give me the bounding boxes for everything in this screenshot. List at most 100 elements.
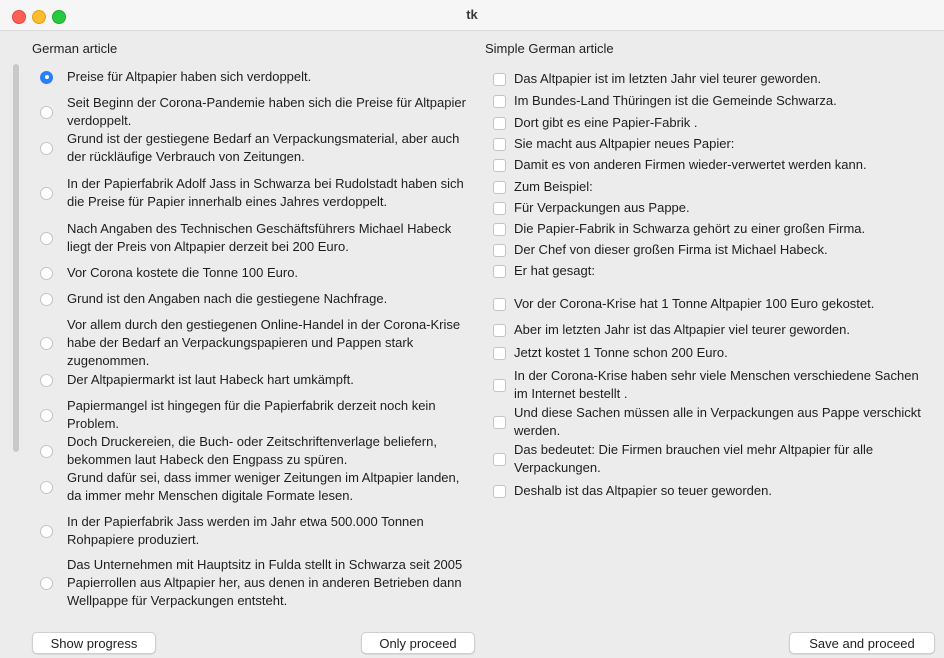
sentence-radio[interactable] [40, 524, 53, 538]
sentence-label: Im Bundes-Land Thüringen ist die Gemeind… [514, 93, 837, 108]
sentence-radio[interactable] [40, 576, 53, 590]
sentence-label: Vor der Corona-Krise hat 1 Tonne Altpapi… [514, 296, 875, 311]
sentence-label: Er hat gesagt: [514, 263, 595, 278]
simple-sentence-item[interactable]: Damit es von anderen Firmen wieder-verwe… [493, 156, 933, 174]
simple-sentence-item[interactable]: Das bedeutet: Die Firmen brauchen viel m… [493, 441, 933, 477]
sentence-checkbox[interactable] [493, 243, 506, 257]
german-sentence-item[interactable]: Vor allem durch den gestiegenen Online-H… [40, 316, 470, 370]
sentence-label: Zum Beispiel: [514, 179, 593, 194]
sentence-radio[interactable] [40, 373, 53, 387]
simple-sentence-item[interactable]: In der Corona-Krise haben sehr viele Men… [493, 367, 933, 403]
simple-german-article-label: Simple German article [485, 41, 614, 56]
simple-sentence-item[interactable]: Und diese Sachen müssen alle in Verpacku… [493, 404, 933, 440]
sentence-radio[interactable] [40, 266, 53, 280]
sentence-label: Damit es von anderen Firmen wieder-verwe… [514, 157, 867, 172]
sentence-checkbox[interactable] [493, 137, 506, 151]
simple-sentence-item[interactable]: Vor der Corona-Krise hat 1 Tonne Altpapi… [493, 286, 933, 322]
german-sentence-item[interactable]: Vor Corona kostete die Tonne 100 Euro. [40, 264, 470, 282]
german-sentence-item[interactable]: In der Papierfabrik Jass werden im Jahr … [40, 513, 470, 549]
german-article-label: German article [32, 41, 118, 56]
sentence-checkbox[interactable] [493, 484, 506, 498]
sentence-label: Preise für Altpapier haben sich verdoppe… [67, 69, 312, 84]
german-sentence-item[interactable]: In der Papierfabrik Adolf Jass in Schwar… [40, 166, 470, 220]
sentence-checkbox[interactable] [493, 346, 506, 360]
left-scrollbar[interactable] [11, 64, 21, 620]
sentence-label: Der Altpapiermarkt ist laut Habeck hart … [67, 372, 354, 387]
german-sentence-item[interactable]: Der Altpapiermarkt ist laut Habeck hart … [40, 371, 470, 389]
sentence-radio[interactable] [40, 444, 53, 458]
scrollbar-thumb[interactable] [13, 64, 19, 452]
sentence-checkbox[interactable] [493, 222, 506, 236]
sentence-label: In der Papierfabrik Jass werden im Jahr … [67, 514, 424, 547]
only-proceed-button[interactable]: Only proceed [361, 632, 475, 654]
sentence-radio[interactable] [40, 292, 53, 306]
simple-sentence-item[interactable]: Sie macht aus Altpapier neues Papier: [493, 135, 933, 153]
sentence-label: Das bedeutet: Die Firmen brauchen viel m… [514, 442, 874, 475]
german-sentence-item[interactable]: Nach Angaben des Technischen Geschäftsfü… [40, 220, 470, 256]
show-progress-button[interactable]: Show progress [32, 632, 156, 654]
title-bar: tk [0, 0, 944, 31]
sentence-checkbox[interactable] [493, 297, 506, 311]
simple-sentence-item[interactable]: Die Papier-Fabrik in Schwarza gehört zu … [493, 220, 933, 238]
sentence-label: Nach Angaben des Technischen Geschäftsfü… [67, 221, 452, 254]
simple-sentence-item[interactable]: Im Bundes-Land Thüringen ist die Gemeind… [493, 92, 933, 110]
sentence-label: Papiermangel ist hingegen für die Papier… [67, 398, 436, 431]
sentence-label: Vor Corona kostete die Tonne 100 Euro. [67, 265, 299, 280]
sentence-label: Die Papier-Fabrik in Schwarza gehört zu … [514, 221, 866, 236]
sentence-label: Sie macht aus Altpapier neues Papier: [514, 136, 735, 151]
save-and-proceed-button[interactable]: Save and proceed [789, 632, 935, 654]
sentence-checkbox[interactable] [493, 94, 506, 108]
window-title: tk [466, 7, 478, 22]
german-sentence-item[interactable]: Doch Druckereien, die Buch- oder Zeitsch… [40, 433, 470, 469]
simple-sentence-item[interactable]: Zum Beispiel: [493, 178, 933, 196]
sentence-checkbox[interactable] [493, 158, 506, 172]
sentence-label: Deshalb ist das Altpapier so teuer gewor… [514, 483, 772, 498]
simple-sentence-item[interactable]: Das Altpapier ist im letzten Jahr viel t… [493, 70, 933, 88]
sentence-label: Grund dafür sei, dass immer weniger Zeit… [67, 470, 460, 503]
sentence-label: Das Unternehmen mit Hauptsitz in Fulda s… [67, 557, 463, 608]
german-sentence-item[interactable]: Das Unternehmen mit Hauptsitz in Fulda s… [40, 547, 470, 619]
sentence-radio[interactable] [40, 231, 53, 245]
german-sentence-item[interactable]: Seit Beginn der Corona-Pandemie haben si… [40, 94, 470, 130]
sentence-label: Aber im letzten Jahr ist das Altpapier v… [514, 322, 851, 337]
sentence-radio[interactable] [40, 70, 53, 84]
sentence-checkbox[interactable] [493, 452, 506, 466]
sentence-label: Dort gibt es eine Papier-Fabrik . [514, 115, 698, 130]
simple-sentence-item[interactable]: Jetzt kostet 1 Tonne schon 200 Euro. [493, 344, 933, 362]
sentence-radio[interactable] [40, 480, 53, 494]
simple-sentence-item[interactable]: Er hat gesagt: [493, 262, 933, 280]
german-sentence-item[interactable]: Preise für Altpapier haben sich verdoppe… [40, 68, 470, 86]
sentence-checkbox[interactable] [493, 72, 506, 86]
sentence-radio[interactable] [40, 336, 53, 350]
simple-sentence-item[interactable]: Dort gibt es eine Papier-Fabrik . [493, 114, 933, 132]
german-sentence-item[interactable]: Papiermangel ist hingegen für die Papier… [40, 397, 470, 433]
sentence-label: Das Altpapier ist im letzten Jahr viel t… [514, 71, 822, 86]
sentence-checkbox[interactable] [493, 378, 506, 392]
sentence-radio[interactable] [40, 408, 53, 422]
app-window: tk German article Simple German article … [0, 0, 944, 658]
sentence-checkbox[interactable] [493, 201, 506, 215]
simple-sentence-item[interactable]: Der Chef von dieser großen Firma ist Mic… [493, 241, 933, 259]
sentence-checkbox[interactable] [493, 323, 506, 337]
sentence-checkbox[interactable] [493, 180, 506, 194]
simple-sentence-item[interactable]: Für Verpackungen aus Pappe. [493, 199, 933, 217]
sentence-label: Vor allem durch den gestiegenen Online-H… [67, 317, 461, 368]
simple-sentence-item[interactable]: Deshalb ist das Altpapier so teuer gewor… [493, 482, 933, 500]
sentence-label: In der Papierfabrik Adolf Jass in Schwar… [67, 176, 464, 209]
sentence-radio[interactable] [40, 141, 53, 155]
sentence-label: Für Verpackungen aus Pappe. [514, 200, 690, 215]
sentence-label: Der Chef von dieser großen Firma ist Mic… [514, 242, 828, 257]
sentence-label: Und diese Sachen müssen alle in Verpacku… [514, 405, 921, 438]
sentence-checkbox[interactable] [493, 415, 506, 429]
german-sentence-item[interactable]: Grund dafür sei, dass immer weniger Zeit… [40, 469, 470, 505]
sentence-label: In der Corona-Krise haben sehr viele Men… [514, 368, 919, 401]
sentence-checkbox[interactable] [493, 116, 506, 130]
sentence-radio[interactable] [40, 186, 53, 200]
sentence-label: Grund ist den Angaben nach die gestiegen… [67, 291, 388, 306]
sentence-radio[interactable] [40, 105, 53, 119]
sentence-checkbox[interactable] [493, 264, 506, 278]
german-sentence-item[interactable]: Grund ist den Angaben nach die gestiegen… [40, 290, 470, 308]
german-sentence-item[interactable]: Grund ist der gestiegene Bedarf an Verpa… [40, 130, 470, 166]
simple-sentence-item[interactable]: Aber im letzten Jahr ist das Altpapier v… [493, 321, 933, 339]
sentence-label: Doch Druckereien, die Buch- oder Zeitsch… [67, 434, 437, 467]
